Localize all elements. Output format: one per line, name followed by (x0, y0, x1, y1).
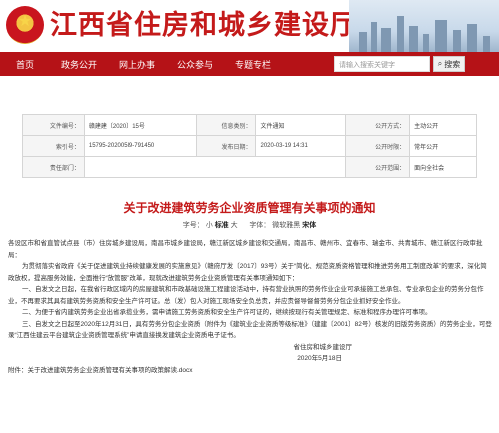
font-large-button[interactable]: 大 (231, 222, 238, 229)
site-header: ★ 江西省住房和城乡建设厅 (0, 0, 499, 52)
article-paragraph: 各设区市和省直管试点县（市）住房城乡建设局，南昌市城乡建设局，赣江新区城乡建设和… (8, 240, 483, 259)
search-button[interactable]: ⌕ 搜索 (433, 56, 465, 72)
article-paragraph: 一、自发文之日起，在我省行政区域内的房屋建筑和市政基础设施工程建设活动中，持有营… (8, 286, 484, 305)
search-input[interactable]: 请输入搜索关键字 (334, 56, 430, 72)
search-button-label: 搜索 (444, 59, 461, 69)
scope-value: 面向全社会 (409, 156, 477, 178)
file-no-value: 赣建建〔2020〕15号 (83, 114, 197, 136)
attachment-label: 附件： (8, 366, 28, 374)
article-paragraph: 二、为便于省内建筑劳务企业出省承揽业务，需申请施工劳务资质和安全生产许可证的，继… (22, 309, 432, 316)
article-title: 关于改进建筑劳务企业资质管理有关事项的通知 (123, 201, 376, 215)
main-nav: 首页 政务公开 网上办事 公众参与 专题专栏 请输入搜索关键字 ⌕ 搜索 (0, 52, 499, 76)
nav-item-home[interactable]: 首页 (0, 58, 50, 71)
index-value: 15795-202005l9-791450 (83, 135, 197, 157)
attachment-link[interactable]: 关于改进建筑劳务企业资质管理有关事项的政策解读.docx (28, 367, 193, 374)
national-emblem-icon: ★ (6, 6, 44, 44)
index-label: 索引号： (22, 135, 85, 157)
article-paragraph: 为贯彻落实省政府《关于促进建筑业持续健康发展的实施意见》（赣府厅发〔2017〕9… (8, 263, 487, 282)
nav-item-participation[interactable]: 公众参与 (166, 58, 224, 71)
article-paragraph: 三、自发文之日起至2020年12月31日，具有劳务分包企业资质（附件为《建筑业企… (8, 320, 492, 340)
date-value: 2020-03-19 14:31 (255, 135, 347, 157)
signer: 省住房和城乡建设厅 (293, 343, 353, 351)
font-yahei-button[interactable]: 微软雅黑 (272, 222, 300, 229)
scope-label: 公开范围： (345, 156, 411, 178)
unit-label: 责任部门： (22, 156, 85, 178)
site-title: 江西省住房和城乡建设厅 (50, 10, 358, 41)
nav-item-online-service[interactable]: 网上办事 (108, 58, 166, 71)
search-icon: ⌕ (437, 59, 443, 68)
city-skyline-image (349, 0, 499, 52)
method-value: 主动公开 (409, 114, 477, 136)
font-size-label: 字号： (182, 222, 204, 229)
font-small-button[interactable]: 小 (206, 222, 213, 229)
article-body: 各设区市和省直管试点县（市）住房城乡建设局，南昌市城乡建设局，赣江新区城乡建设和… (8, 238, 492, 376)
sign-date: 2020年5月18日 (297, 355, 342, 362)
nav-item-special-topics[interactable]: 专题专栏 (224, 58, 282, 71)
date-label: 发布日期： (195, 135, 257, 157)
period-value: 常年公开 (409, 135, 477, 157)
font-songti-button[interactable]: 宋体 (302, 222, 316, 229)
font-size-controls: 字号： 小 标准 大 字体： 微软雅黑 宋体 (0, 220, 499, 230)
font-face-label: 字体： (249, 222, 271, 229)
category-label: 信息类别： (195, 114, 257, 136)
nav-item-gov-info[interactable]: 政务公开 (50, 58, 108, 71)
unit-value (83, 156, 347, 178)
font-standard-button[interactable]: 标准 (215, 222, 229, 229)
attachment-row: 附件：关于改进建筑劳务企业资质管理有关事项的政策解读.docx (8, 365, 492, 377)
category-value: 文件通知 (255, 114, 347, 136)
period-label: 公开时限： (345, 135, 411, 157)
method-label: 公开方式： (345, 114, 411, 136)
document-info-table: 文件编号： 赣建建〔2020〕15号 信息类别： 文件通知 公开方式： 主动公开… (22, 114, 477, 178)
file-no-label: 文件编号： (22, 114, 85, 136)
